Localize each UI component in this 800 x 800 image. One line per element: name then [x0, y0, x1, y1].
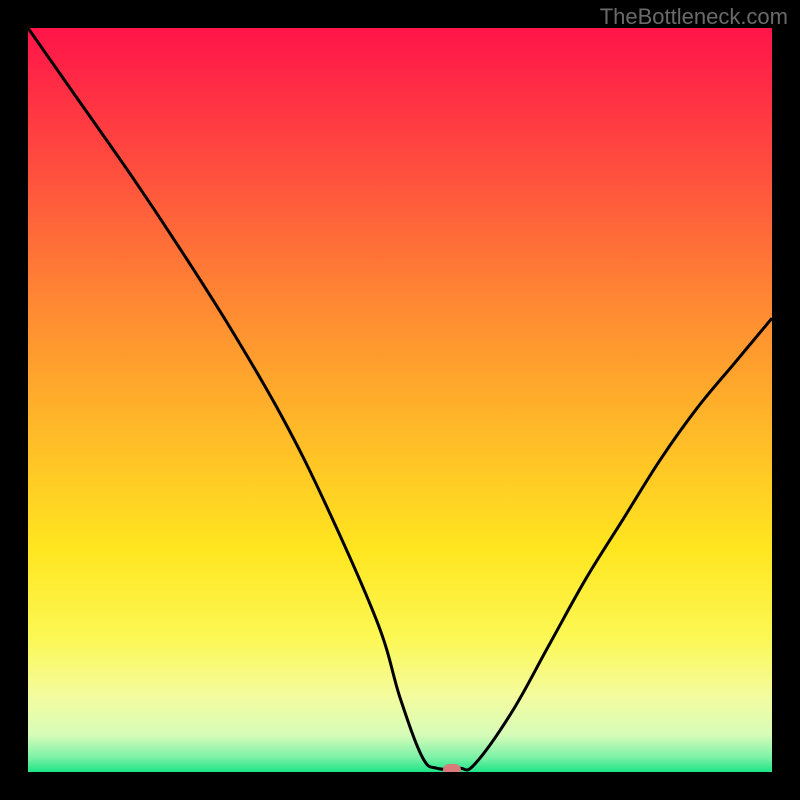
watermark-text: TheBottleneck.com	[600, 4, 788, 30]
plot-area	[28, 28, 772, 772]
minimum-marker	[443, 764, 461, 772]
bottleneck-curve	[28, 28, 772, 772]
